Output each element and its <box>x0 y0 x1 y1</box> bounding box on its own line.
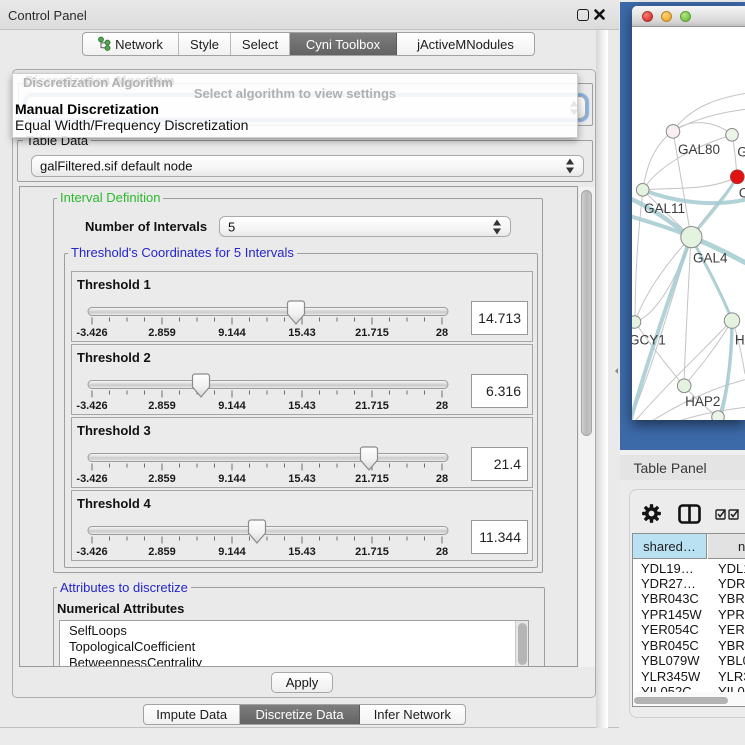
svg-text:9.144: 9.144 <box>218 473 246 485</box>
svg-text:28: 28 <box>436 473 448 485</box>
svg-text:-3.426: -3.426 <box>76 546 107 558</box>
svg-text:GAL11: GAL11 <box>644 201 685 216</box>
svg-text:GAL4: GAL4 <box>693 251 728 266</box>
svg-text:21.715: 21.715 <box>355 546 389 558</box>
svg-text:GCY1: GCY1 <box>632 333 666 348</box>
svg-text:9.144: 9.144 <box>218 327 246 339</box>
svg-text:HA: HA <box>735 333 745 348</box>
svg-text:21.715: 21.715 <box>355 400 389 412</box>
svg-text:2.859: 2.859 <box>148 327 176 339</box>
svg-text:28: 28 <box>436 327 448 339</box>
svg-text:15.43: 15.43 <box>288 473 316 485</box>
svg-text:-3.426: -3.426 <box>76 400 107 412</box>
svg-text:2.859: 2.859 <box>148 473 176 485</box>
svg-text:21.715: 21.715 <box>355 473 389 485</box>
svg-text:2.859: 2.859 <box>148 400 176 412</box>
svg-text:28: 28 <box>436 546 448 558</box>
svg-text:21.715: 21.715 <box>355 327 389 339</box>
svg-text:-3.426: -3.426 <box>76 327 107 339</box>
svg-text:15.43: 15.43 <box>288 546 316 558</box>
svg-text:GA: GA <box>737 145 745 160</box>
svg-text:2.859: 2.859 <box>148 546 176 558</box>
svg-text:GAL80: GAL80 <box>678 142 720 157</box>
svg-text:15.43: 15.43 <box>288 400 316 412</box>
svg-text:HAP2: HAP2 <box>685 394 720 409</box>
svg-text:28: 28 <box>436 400 448 412</box>
svg-text:-3.426: -3.426 <box>76 473 107 485</box>
svg-text:C: C <box>739 186 745 201</box>
svg-text:15.43: 15.43 <box>288 327 316 339</box>
svg-text:9.144: 9.144 <box>218 546 246 558</box>
svg-text:9.144: 9.144 <box>218 400 246 412</box>
